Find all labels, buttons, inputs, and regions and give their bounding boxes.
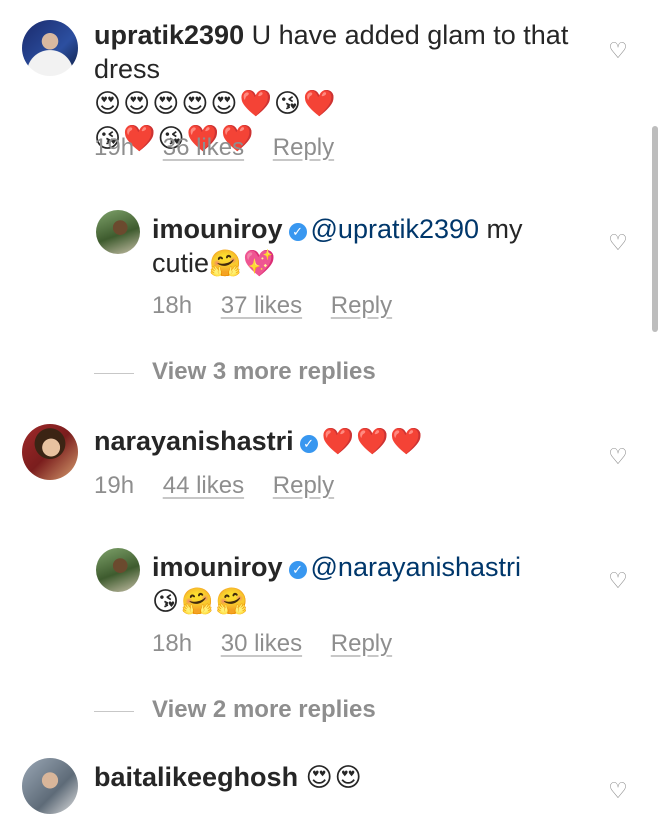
comment-likes-link[interactable]: 44 likes <box>163 472 244 499</box>
view-more-replies-button[interactable]: View 2 more replies <box>152 696 376 724</box>
reply-mention[interactable]: @upratik2390 <box>311 214 480 244</box>
divider-line <box>94 711 134 712</box>
reply-time: 18h <box>152 292 193 319</box>
divider-line <box>94 373 134 374</box>
reply-button[interactable]: Reply <box>273 472 334 499</box>
comment-baitalikeeghosh: baitalikeeghosh 😍😍 <box>94 760 574 795</box>
avatar-imouniroy[interactable] <box>96 548 140 592</box>
comment-username[interactable]: baitalikeeghosh <box>94 762 298 792</box>
reply-username[interactable]: imouniroy <box>152 214 283 244</box>
comment-narayanishastri: narayanishastri ✓ ❤️❤️❤️ <box>94 424 574 459</box>
avatar-narayanishastri[interactable] <box>22 424 78 480</box>
view-more-replies-button[interactable]: View 3 more replies <box>152 358 376 386</box>
reply-text-2: cutie <box>152 248 210 278</box>
reply-button[interactable]: Reply <box>331 292 392 319</box>
comment-username[interactable]: upratik2390 <box>94 20 244 50</box>
reply-emoji: 🤗💖 <box>209 249 278 279</box>
comment-emoji: 😍😍😍😍😍❤️😘❤️ <box>94 89 338 119</box>
comment-meta: 19h 44 likes Reply <box>94 472 356 500</box>
comment-username[interactable]: narayanishastri <box>94 426 294 456</box>
reply-imouniroy: imouniroy ✓ @upratik2390 my cutie🤗💖 <box>152 212 572 281</box>
verified-badge-icon: ✓ <box>299 435 318 453</box>
reply-button[interactable]: Reply <box>273 134 334 161</box>
heart-outline-icon[interactable]: ♡ <box>606 232 630 256</box>
avatar-upratik2390[interactable] <box>22 20 78 76</box>
reply-likes-link[interactable]: 30 likes <box>221 630 302 657</box>
reply-likes-link[interactable]: 37 likes <box>221 292 302 319</box>
comment-emoji: 😍😍 <box>305 763 364 793</box>
comment-time: 19h <box>94 134 135 161</box>
comment-likes-link[interactable]: 36 likes <box>163 134 244 161</box>
comment-meta: 19h 36 likes Reply <box>94 134 356 162</box>
reply-username[interactable]: imouniroy <box>152 552 283 582</box>
reply-text: my <box>486 214 523 244</box>
avatar-imouniroy[interactable] <box>96 210 140 254</box>
reply-meta: 18h 37 likes Reply <box>152 292 414 320</box>
reply-meta: 18h 30 likes Reply <box>152 630 414 658</box>
comment-emoji: ❤️❤️❤️ <box>321 427 425 457</box>
reply-imouniroy: imouniroy ✓ @narayanishastri 😘🤗🤗 <box>152 550 572 619</box>
heart-outline-icon[interactable]: ♡ <box>606 40 630 64</box>
verified-badge-icon: ✓ <box>288 223 307 241</box>
heart-outline-icon[interactable]: ♡ <box>606 570 630 594</box>
comment-time: 19h <box>94 472 135 499</box>
reply-time: 18h <box>152 630 193 657</box>
heart-outline-icon[interactable]: ♡ <box>606 780 630 804</box>
reply-emoji: 😘🤗🤗 <box>152 587 250 617</box>
verified-badge-icon: ✓ <box>288 561 307 579</box>
scrollbar[interactable] <box>652 126 658 332</box>
reply-mention[interactable]: @narayanishastri <box>311 552 522 582</box>
reply-button[interactable]: Reply <box>331 630 392 657</box>
avatar-baitalikeeghosh[interactable] <box>22 758 78 814</box>
heart-outline-icon[interactable]: ♡ <box>606 446 630 470</box>
